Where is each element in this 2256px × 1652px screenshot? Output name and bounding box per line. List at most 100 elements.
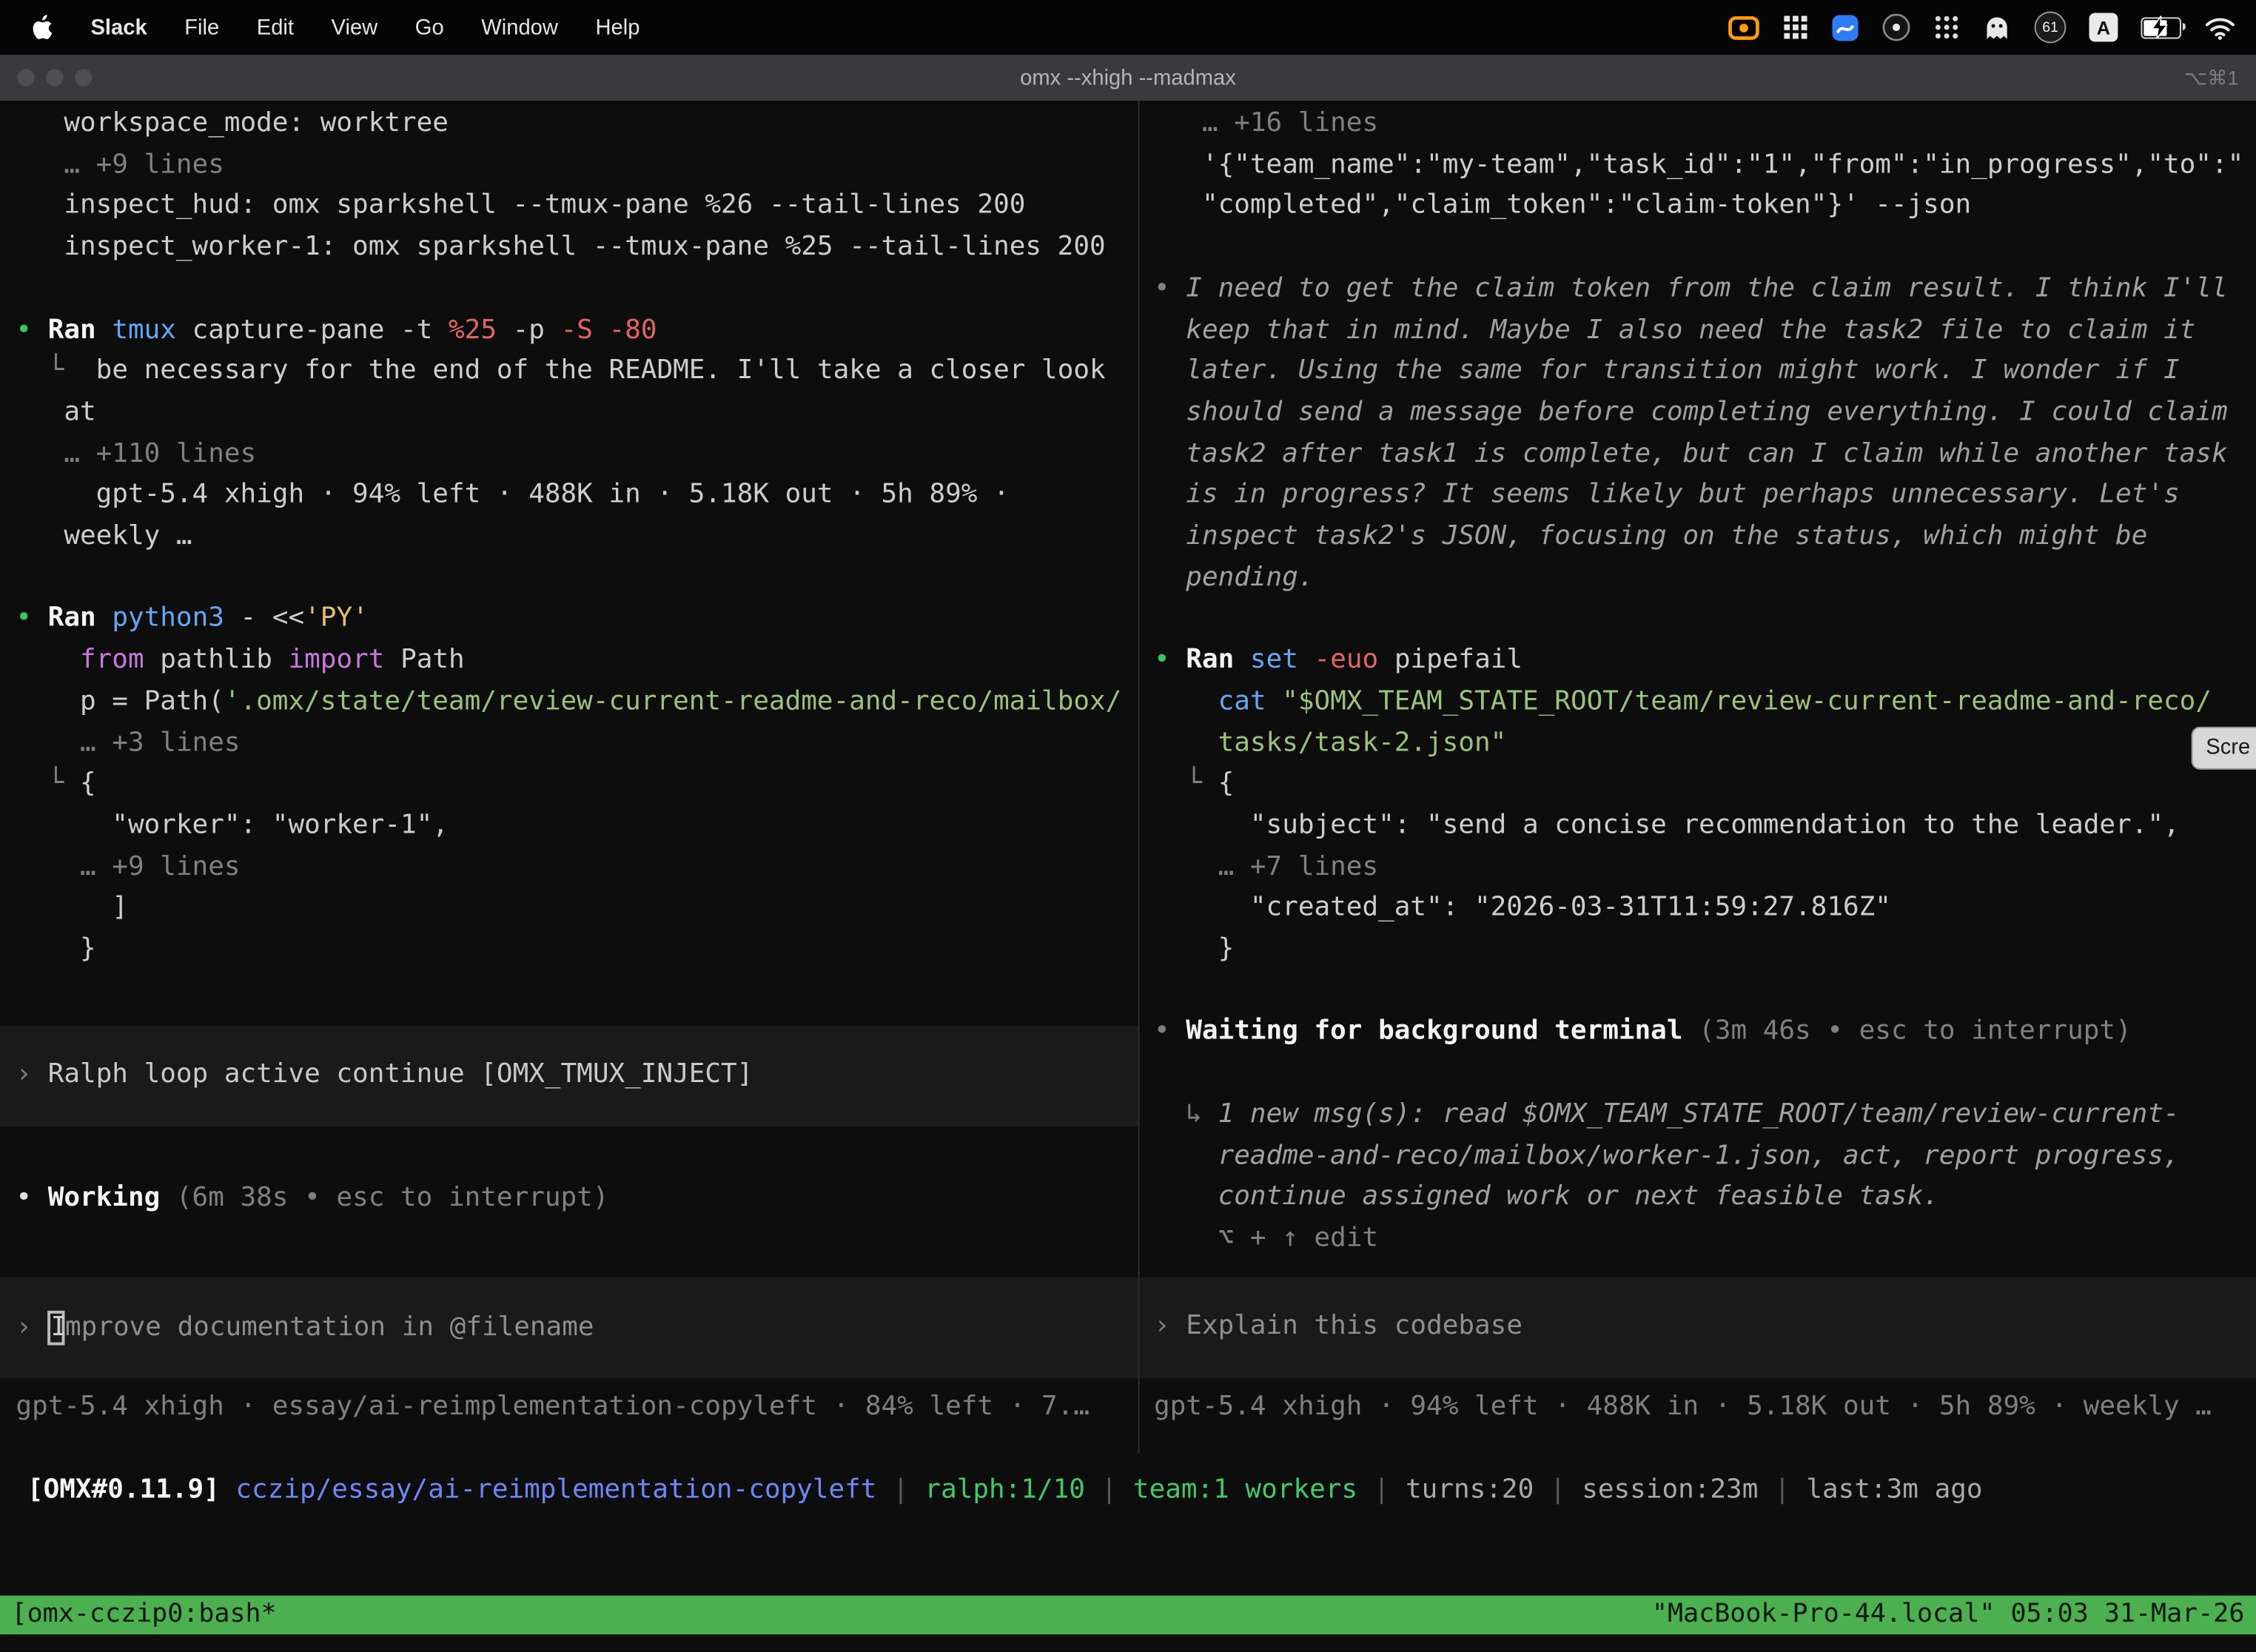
menu-item-window[interactable]: Window [481,15,558,39]
right-model-statusline: gpt-5.4 xhigh · 94% left · 488K in · 5.1… [1140,1386,2256,1428]
terminal-line: '{"team_name":"my-team","task_id":"1","f… [1140,145,2256,187]
terminal-line: • Waiting for background terminal (3m 46… [1140,1012,2256,1053]
terminal-line: [OMX#0.11.9] cczip/essay/ai-reimplementa… [12,1471,1983,1512]
prompt-input-left[interactable]: › Improve documentation in @filename [0,1278,1138,1379]
tmux-host-clock: "MacBook-Pro-44.local" 05:03 31-Mar-26 [1652,1594,2245,1636]
battery-percent-badge[interactable]: 61 [2035,12,2067,44]
terminal-line: … +9 lines [0,847,1138,888]
terminal-line: at [0,393,1138,434]
terminal-window[interactable]: workspace_mode: worktree … +9 lines insp… [0,101,2256,1652]
terminal-line: inspect task2's JSON, focusing on the st… [1140,517,2256,558]
terminal-line: "completed","claim_token":"claim-token"}… [1140,187,2256,228]
terminal-line: inspect_worker-1: omx sparkshell --tmux-… [0,227,1138,269]
terminal-line: tasks/task-2.json" [1140,723,2256,765]
terminal-line: "subject": "send a concise recommendatio… [1140,805,2256,847]
prompt-input-right[interactable]: › Explain this codebase [1140,1277,2256,1378]
chevron-icon: › [16,1055,47,1097]
terminal-line: is in progress? It seems likely but perh… [1140,475,2256,517]
window-shortcut: ⌥⌘1 [2184,65,2256,90]
battery-nub [2182,22,2186,30]
terminal-line: … +110 lines [0,434,1138,475]
terminal-line: • I need to get the claim token from the… [1140,269,2256,310]
terminal-line: ↳ 1 new msg(s): read $OMX_TEAM_STATE_ROO… [1140,1095,2256,1136]
omx-status-bar: [OMX#0.11.9] cczip/essay/ai-reimplementa… [0,1471,1983,1512]
terminal-line: p = Path('.omx/state/team/review-current… [0,682,1138,723]
prompt-chevron-icon: › [1154,1307,1186,1349]
terminal-line [1140,1053,2256,1095]
terminal-line: weekly … [0,517,1138,558]
working-meta: (6m 38s • esc to interrupt) [160,1182,608,1212]
input-source-icon[interactable]: A [2089,13,2118,41]
terminal-line: • Ran python3 - <<'PY' [0,600,1138,641]
terminal-line: └ { [1140,765,2256,806]
terminal-line: keep that in mind. Maybe I also need the… [1140,310,2256,352]
prompt-chevron-icon: › [16,1308,47,1349]
menu-item-go[interactable]: Go [415,15,444,39]
terminal-line [1140,971,2256,1013]
prompt-placeholder: mprove documentation in @filename [65,1308,594,1349]
terminal-line: • Ran set -euo pipefail [1140,640,2256,682]
terminal-line [0,269,1138,310]
grid-icon[interactable] [1782,14,1808,40]
dots-grid-icon[interactable] [1934,14,1960,40]
terminal-line: ⌥ + ↑ edit [1140,1218,2256,1260]
tmux-session-info: [omx-cczip0:bash* [12,1594,277,1636]
dark-circle-app-icon[interactable] [1882,13,1911,41]
terminal-line: ] [0,888,1138,930]
menu-item-edit[interactable]: Edit [257,15,294,39]
prompt-placeholder: Explain this codebase [1186,1307,1523,1349]
terminal-line: later. Using the same for transition mig… [1140,352,2256,393]
text-cursor: I [48,1312,65,1346]
window-title-bar[interactable]: omx --xhigh --madmax ⌥⌘1 [0,55,2256,102]
terminal-line: } [0,930,1138,971]
menu-item-file[interactable]: File [184,15,219,39]
menu-item-help[interactable]: Help [595,15,639,39]
terminal-line: "worker": "worker-1", [0,805,1138,847]
working-label: Working [48,1182,161,1212]
tmux-pane-left[interactable]: workspace_mode: worktree … +9 lines insp… [0,101,1138,1453]
tmux-status-bar: [omx-cczip0:bash* "MacBook-Pro-44.local"… [0,1596,2256,1634]
working-status: • Working (6m 38s • esc to interrupt) [0,1178,1138,1220]
terminal-line: … +9 lines [0,145,1138,187]
tmux-pane-right[interactable]: … +16 lines '{"team_name":"my-team","tas… [1140,101,2256,1453]
terminal-line: continue assigned work or next feasible … [1140,1178,2256,1219]
wifi-icon[interactable] [2204,15,2236,39]
notification-snippet[interactable]: Scre [2192,727,2256,770]
menu-item-view[interactable]: View [332,15,378,39]
right-scrollback: … +16 lines '{"team_name":"my-team","tas… [1140,101,2256,1260]
ghost-app-icon[interactable] [1983,13,2012,41]
terminal-line: } [1140,930,2256,971]
zoom-button[interactable] [75,69,92,86]
terminal-line: └ be necessary for the end of the README… [0,352,1138,393]
terminal-line: workspace_mode: worktree [0,104,1138,145]
terminal-line: inspect_hud: omx sparkshell --tmux-pane … [0,187,1138,228]
menu-items: Slack File Edit View Go Window Help [90,15,639,39]
status-bullet: • [16,1182,47,1212]
window-title: omx --xhigh --madmax [0,65,2256,90]
menu-bar: Slack File Edit View Go Window Help [0,0,2256,55]
left-model-statusline: gpt-5.4 xhigh · essay/ai-reimplementatio… [0,1388,1138,1429]
screen-recording-icon[interactable] [1728,15,1760,39]
terminal-line: … +16 lines [1140,104,2256,145]
blue-app-icon[interactable] [1832,13,1859,41]
terminal-line: task2 after task1 is complete, but can I… [1140,434,2256,475]
desktop: Slack File Edit View Go Window Help [0,0,2256,1652]
ralph-loop-text: Ralph loop active continue [OMX_TMUX_INJ… [48,1055,753,1097]
menu-item-slack[interactable]: Slack [90,15,147,39]
terminal-line [1140,600,2256,641]
close-button[interactable] [17,69,34,86]
terminal-line: from pathlib import Path [0,640,1138,682]
terminal-line: cat "$OMX_TEAM_STATE_ROOT/team/review-cu… [1140,682,2256,723]
left-scrollback: workspace_mode: worktree … +9 lines insp… [0,101,1138,971]
terminal-line: … +7 lines [1140,847,2256,888]
menu-status-icons: 61 A [1728,12,2256,44]
ralph-loop-banner: › Ralph loop active continue [OMX_TMUX_I… [0,1026,1138,1126]
terminal-line: … +3 lines [0,723,1138,765]
terminal-line: should send a message before completing … [1140,393,2256,434]
battery-charging-icon[interactable] [2141,16,2181,38]
terminal-line [0,558,1138,600]
terminal-line [1140,227,2256,269]
apple-menu-icon[interactable] [29,13,53,41]
terminal-line: • Ran tmux capture-pane -t %25 -p -S -80 [0,310,1138,352]
minimize-button[interactable] [46,69,63,86]
